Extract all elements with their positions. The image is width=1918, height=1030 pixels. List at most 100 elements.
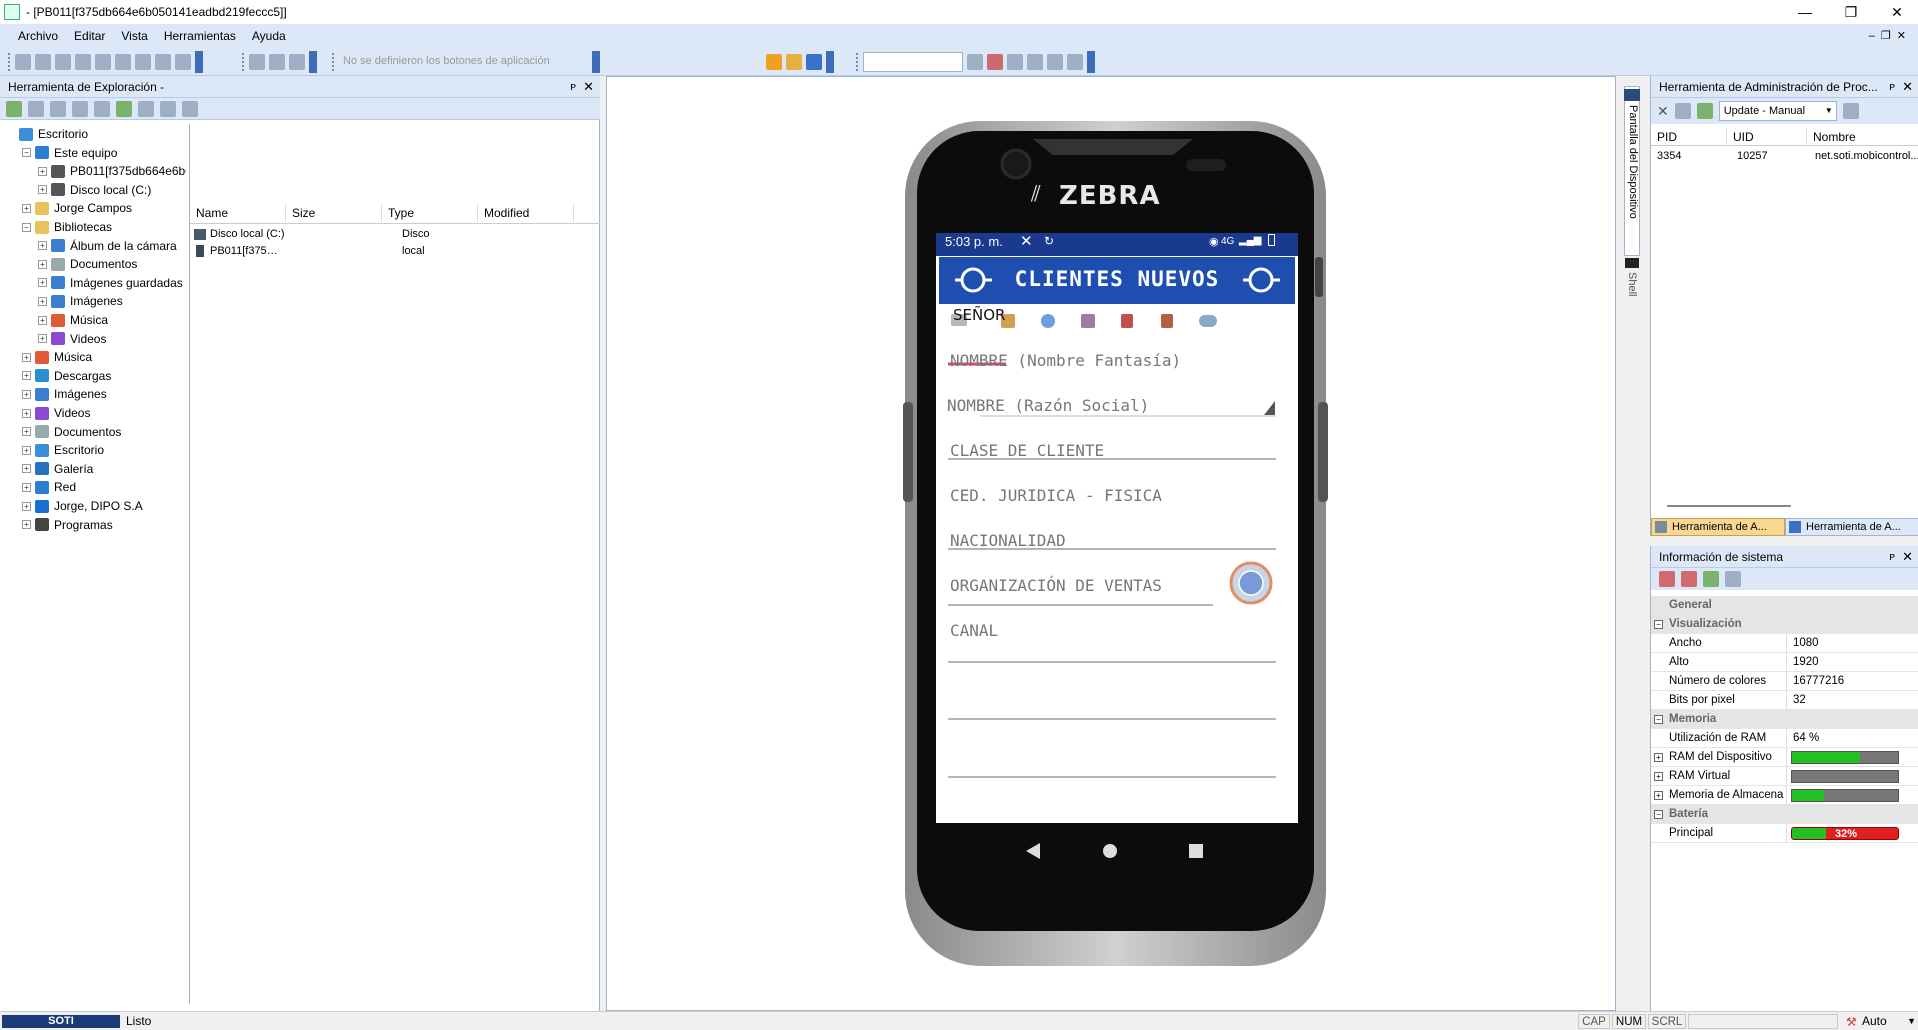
prop-bits[interactable]: Bits por pixel 32 bbox=[1651, 691, 1918, 710]
tab-checklist-icon[interactable] bbox=[1161, 314, 1173, 328]
search-icon[interactable] bbox=[94, 100, 110, 117]
column-modified[interactable]: Modified bbox=[478, 204, 574, 222]
expand-icon[interactable]: + bbox=[22, 203, 31, 213]
color-palette-icon[interactable] bbox=[75, 54, 91, 70]
device-dropdown[interactable] bbox=[863, 52, 963, 72]
field-organizacion-ventas[interactable]: ORGANIZACIÓN DE VENTAS bbox=[950, 576, 1162, 595]
maximize-button[interactable]: ❐ bbox=[1828, 0, 1874, 24]
expand-icon[interactable]: + bbox=[22, 408, 31, 418]
nav-up-icon[interactable] bbox=[289, 54, 305, 70]
tree-item[interactable]: − Bibliotecas bbox=[22, 218, 112, 236]
clear-icon[interactable] bbox=[1659, 571, 1675, 587]
layout-icon[interactable] bbox=[1027, 54, 1043, 70]
help-icon[interactable] bbox=[1842, 103, 1859, 119]
tree-item[interactable]: + Imágenes guardadas bbox=[38, 274, 183, 292]
nav-forward-icon[interactable] bbox=[269, 54, 285, 70]
tree-item[interactable]: + Imágenes bbox=[38, 292, 123, 310]
toolbar-overflow-button[interactable] bbox=[195, 51, 203, 73]
column-uid[interactable]: UID bbox=[1727, 128, 1807, 146]
grid-icon[interactable] bbox=[1047, 54, 1063, 70]
expand-icon[interactable]: + bbox=[38, 185, 47, 195]
expand-icon[interactable]: + bbox=[22, 445, 31, 455]
toolbar-grip[interactable] bbox=[856, 53, 859, 71]
expand-icon[interactable]: + bbox=[22, 520, 31, 530]
category-memoria[interactable]: − Memoria bbox=[1651, 710, 1918, 729]
side-button-right[interactable] bbox=[1318, 402, 1328, 502]
sync-icon[interactable] bbox=[116, 100, 132, 117]
tree-item[interactable]: + PB011[f375db664e6b050141eadbd219feccc5] bbox=[38, 162, 186, 180]
expand-icon[interactable]: + bbox=[38, 334, 47, 344]
refresh-icon[interactable] bbox=[1696, 103, 1713, 119]
tree-item[interactable]: + Imágenes bbox=[22, 385, 107, 403]
new-folder-icon[interactable] bbox=[28, 100, 44, 117]
kill-process-icon[interactable]: ✕ bbox=[1657, 103, 1669, 120]
menu-archivo[interactable]: Archivo bbox=[10, 24, 66, 48]
tree-item[interactable]: + Jorge, DIPO S.A bbox=[22, 497, 143, 515]
expand-icon[interactable]: + bbox=[38, 259, 47, 269]
toolbar-grip[interactable] bbox=[332, 53, 335, 71]
tree-item[interactable]: − Este equipo bbox=[22, 144, 117, 162]
prop-ram-utilizacion[interactable]: Utilización de RAM 64 % bbox=[1651, 729, 1918, 748]
field-canal[interactable]: CANAL bbox=[950, 621, 998, 640]
field-nombre-fantasia[interactable]: NOMBRE (Nombre Fantasía) bbox=[950, 351, 1181, 370]
menu-herramientas[interactable]: Herramientas bbox=[156, 24, 244, 48]
tree-item[interactable]: + Videos bbox=[38, 330, 106, 348]
tab-cloud-icon[interactable] bbox=[1199, 315, 1217, 327]
tree-item[interactable]: + Descargas bbox=[22, 367, 111, 385]
tree-item[interactable]: + Galería bbox=[22, 460, 93, 478]
properties-icon[interactable] bbox=[1674, 103, 1691, 119]
column-pid[interactable]: PID bbox=[1651, 128, 1727, 146]
expand-icon[interactable]: + bbox=[38, 166, 47, 176]
close-icon[interactable]: ✕ bbox=[1902, 546, 1913, 568]
file-row[interactable]: PB011[f375db664e6b050141eadbd219feccc5] bbox=[194, 243, 282, 260]
expand-icon[interactable]: + bbox=[38, 241, 47, 251]
tab-device-screen[interactable]: Pantalla del Dispositivo bbox=[1624, 86, 1640, 256]
expand-icon[interactable]: + bbox=[22, 427, 31, 437]
toolbar-overflow-button[interactable] bbox=[309, 51, 317, 73]
tree-item[interactable]: + Jorge Campos bbox=[22, 199, 132, 217]
column-nombre[interactable]: Nombre bbox=[1807, 128, 1918, 146]
collapse-icon[interactable]: − bbox=[22, 222, 31, 232]
menu-editar[interactable]: Editar bbox=[66, 24, 113, 48]
nav-home-icon[interactable] bbox=[1103, 844, 1117, 858]
close-icon[interactable]: ✕ bbox=[1902, 76, 1913, 98]
column-type[interactable]: Type bbox=[382, 204, 478, 222]
delete-icon[interactable] bbox=[50, 100, 66, 117]
title-select[interactable]: SEÑOR bbox=[953, 306, 1005, 324]
connect-icon[interactable] bbox=[15, 54, 31, 70]
tree-item[interactable]: + Programas bbox=[22, 516, 113, 534]
prop-bateria-principal[interactable]: Principal 32% bbox=[1651, 824, 1918, 843]
help-icon[interactable] bbox=[182, 100, 198, 117]
field-ced-juridica[interactable]: CED. JURIDICA - FISICA bbox=[950, 486, 1162, 505]
tree-item[interactable]: + Escritorio bbox=[22, 441, 104, 459]
close-icon[interactable]: ✕ bbox=[583, 76, 594, 98]
tree-item[interactable]: + Documentos bbox=[38, 255, 137, 273]
prop-ram-virtual[interactable]: + RAM Virtual bbox=[1651, 767, 1918, 786]
camera-icon[interactable] bbox=[95, 54, 111, 70]
tab-contact-icon[interactable] bbox=[1081, 314, 1095, 328]
tab-clipboard-icon[interactable] bbox=[1121, 314, 1133, 328]
field-nacionalidad[interactable]: NACIONALIDAD bbox=[950, 531, 1066, 550]
expand-icon[interactable]: + bbox=[22, 464, 31, 474]
update-mode-dropdown[interactable]: Update - Manual ▼ bbox=[1718, 101, 1837, 121]
pin-icon[interactable]: ᴘ bbox=[570, 76, 576, 98]
folder-open-icon[interactable] bbox=[55, 54, 71, 70]
stop-icon[interactable] bbox=[967, 54, 983, 70]
tree-item[interactable]: Escritorio bbox=[6, 125, 88, 143]
refresh-icon[interactable] bbox=[1703, 571, 1719, 587]
expand-icon[interactable]: + bbox=[38, 315, 47, 325]
toolbar-grip[interactable] bbox=[8, 53, 11, 71]
prop-colores[interactable]: Número de colores 16777216 bbox=[1651, 672, 1918, 691]
page-icon[interactable] bbox=[1067, 54, 1083, 70]
copy-icon[interactable] bbox=[115, 54, 131, 70]
tree-item[interactable]: + Disco local (C:) bbox=[38, 181, 151, 199]
close-button[interactable]: ✕ bbox=[1874, 0, 1918, 24]
process-tab-2[interactable]: Herramienta de A... bbox=[1785, 518, 1918, 536]
refresh-icon[interactable] bbox=[6, 100, 22, 117]
file-row[interactable]: Disco local (C:) Disco local bbox=[194, 226, 430, 257]
tree-item[interactable]: + Red bbox=[22, 478, 76, 496]
toolbar-overflow-button[interactable] bbox=[592, 51, 600, 73]
tree-item[interactable]: + Videos bbox=[22, 404, 90, 422]
prop-ancho[interactable]: Ancho 1080 bbox=[1651, 634, 1918, 653]
prop-memoria-almacenamiento[interactable]: + Memoria de Almacena bbox=[1651, 786, 1918, 805]
